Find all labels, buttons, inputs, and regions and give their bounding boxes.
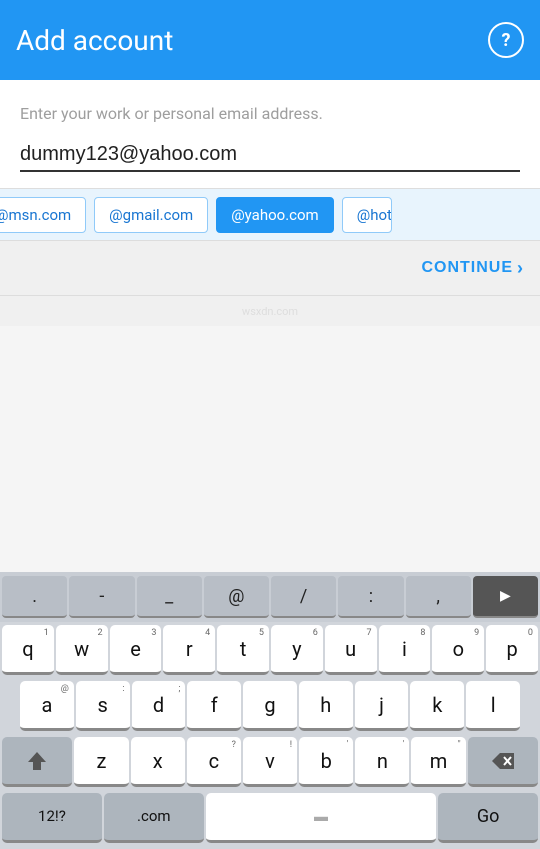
key-comma[interactable]: , [406,576,471,618]
keyboard-row-3: z x ?c !v 'b 'n "m [0,734,540,790]
main-content: Enter your work or personal email addres… [0,80,540,188]
shift-key[interactable] [2,737,72,787]
domain-chip-yahoo[interactable]: @yahoo.com [216,197,334,233]
key-t[interactable]: 5t [217,625,269,675]
key-i[interactable]: 8i [379,625,431,675]
key-u[interactable]: 7u [325,625,377,675]
key-p[interactable]: 0p [486,625,538,675]
dot-com-label: .com [137,809,171,824]
num-key[interactable]: 12!? [2,793,102,843]
continue-button[interactable]: CONTINUE › [421,258,524,279]
go-label: Go [477,808,500,826]
watermark-text: wsxdn.com [242,305,298,318]
help-button[interactable]: ? [488,22,524,58]
app-header: Add account ? [0,0,540,80]
key-d[interactable]: ;d [132,681,186,731]
key-l[interactable]: l [466,681,520,731]
continue-bar: CONTINUE › [0,240,540,296]
key-b[interactable]: 'b [299,737,353,787]
key-r[interactable]: 4r [163,625,215,675]
key-arrow[interactable]: ▶ [473,576,538,618]
key-dash[interactable]: - [69,576,134,618]
key-x[interactable]: x [131,737,185,787]
space-key[interactable]: ▬ [206,793,436,843]
key-o[interactable]: 9o [432,625,484,675]
key-v[interactable]: !v [243,737,297,787]
key-n[interactable]: 'n [355,737,409,787]
go-key[interactable]: Go [438,793,538,843]
key-e[interactable]: 3e [110,625,162,675]
key-q[interactable]: 1q [2,625,54,675]
key-underscore[interactable]: _ [137,576,202,618]
backspace-key[interactable] [468,737,538,787]
key-y[interactable]: 6y [271,625,323,675]
email-input-container [20,143,520,172]
key-h[interactable]: h [299,681,353,731]
domain-chip-msn[interactable]: @msn.com [0,197,86,233]
keyboard: . - _ @ / : , ▶ 1q 2w 3e 4r 5t 6y 7u 8i … [0,572,540,849]
domain-suggestions: @msn.com @gmail.com @yahoo.com @hot [0,188,540,240]
keyboard-row-1: 1q 2w 3e 4r 5t 6y 7u 8i 9o 0p [0,622,540,678]
continue-chevron-icon: › [517,258,524,279]
keyboard-bottom-row: 12!? .com ▬ Go [0,790,540,849]
key-s[interactable]: :s [76,681,130,731]
key-k[interactable]: k [410,681,464,731]
domain-chip-gmail[interactable]: @gmail.com [94,197,208,233]
num-key-label: 12!? [38,809,66,824]
page-title: Add account [16,24,173,57]
keyboard-row-2: @a :s ;d f g h j k l [0,678,540,734]
key-g[interactable]: g [243,681,297,731]
key-j[interactable]: j [355,681,409,731]
key-c[interactable]: ?c [187,737,241,787]
key-m[interactable]: "m [411,737,465,787]
help-icon: ? [502,30,511,51]
key-z[interactable]: z [74,737,128,787]
key-w[interactable]: 2w [56,625,108,675]
email-subtitle: Enter your work or personal email addres… [20,104,520,123]
continue-label: CONTINUE [421,259,513,277]
key-slash[interactable]: / [271,576,336,618]
special-chars-row: . - _ @ / : , ▶ [0,572,540,622]
key-dot[interactable]: . [2,576,67,618]
email-input[interactable] [20,143,520,166]
domain-chip-hotmail[interactable]: @hot [342,197,392,233]
key-f[interactable]: f [187,681,241,731]
watermark-area: wsxdn.com [0,296,540,326]
key-colon[interactable]: : [338,576,403,618]
dot-com-key[interactable]: .com [104,793,204,843]
key-at[interactable]: @ [204,576,269,618]
key-a[interactable]: @a [20,681,74,731]
